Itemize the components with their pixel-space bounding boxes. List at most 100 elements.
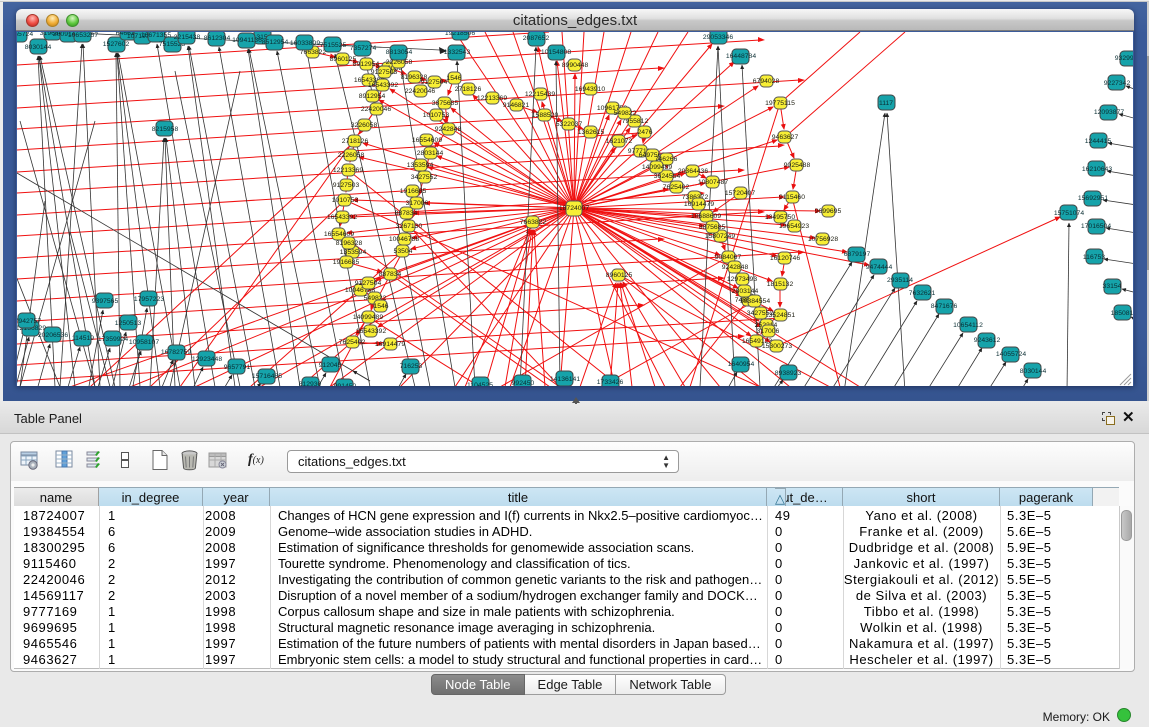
svg-text:15692951: 15692951 (1078, 195, 1108, 202)
svg-text:3226058: 3226058 (351, 122, 378, 129)
svg-text:29053346: 29053346 (703, 34, 733, 41)
svg-text:16120746: 16120746 (770, 255, 800, 262)
svg-text:2803144: 2803144 (417, 150, 444, 157)
svg-text:8912954: 8912954 (359, 93, 386, 100)
svg-text:10154808: 10154808 (541, 49, 571, 56)
svg-text:12923448: 12923448 (192, 356, 222, 363)
svg-text:3427552: 3427552 (411, 174, 438, 181)
svg-text:16782759: 16782759 (161, 349, 191, 356)
svg-text:8612304: 8612304 (204, 35, 231, 42)
svg-text:1546: 1546 (373, 303, 388, 310)
svg-text:16033809: 16033809 (290, 40, 320, 47)
svg-text:7357274: 7357274 (350, 45, 377, 52)
svg-text:8512954: 8512954 (262, 39, 289, 46)
svg-text:1527602: 1527602 (103, 41, 130, 48)
svg-text:991450: 991450 (334, 383, 357, 386)
svg-text:14099489: 14099489 (353, 314, 383, 321)
svg-text:15720407: 15720407 (725, 190, 755, 197)
svg-text:12215439: 12215439 (525, 91, 555, 98)
svg-text:33154: 33154 (1103, 283, 1122, 290)
svg-text:3624554: 3624554 (654, 173, 681, 180)
svg-text:14099489: 14099489 (642, 164, 672, 171)
svg-text:1916685: 1916685 (400, 188, 427, 195)
svg-text:317006: 317006 (757, 328, 780, 335)
svg-text:8215958: 8215958 (152, 126, 179, 133)
svg-text:3427552: 3427552 (747, 310, 774, 317)
svg-text:16543392: 16543392 (327, 214, 357, 221)
svg-text:887834: 887834 (395, 210, 418, 217)
svg-text:12213369: 12213369 (333, 167, 363, 174)
svg-text:9242848: 9242848 (435, 126, 462, 133)
svg-text:9474444: 9474444 (866, 264, 893, 271)
svg-text:10046788: 10046788 (389, 236, 419, 243)
svg-text:7625402: 7625402 (663, 184, 690, 191)
svg-text:16914479: 16914479 (375, 341, 405, 348)
svg-text:8938923: 8938923 (775, 370, 802, 377)
svg-text:9657791: 9657791 (224, 364, 251, 371)
svg-text:9397565: 9397565 (92, 298, 119, 305)
svg-text:9699695: 9699695 (815, 208, 842, 215)
svg-text:15300273: 15300273 (762, 343, 792, 350)
svg-text:2718126: 2718126 (342, 138, 369, 145)
svg-text:317006: 317006 (406, 200, 429, 207)
svg-text:8471676: 8471676 (931, 303, 958, 310)
svg-text:14055724: 14055724 (17, 32, 33, 38)
svg-text:3875685: 3875685 (699, 224, 726, 231)
svg-text:8030144: 8030144 (25, 44, 52, 51)
svg-text:10958107: 10958107 (129, 339, 159, 346)
svg-text:6879197: 6879197 (844, 251, 871, 258)
svg-text:16543392: 16543392 (368, 82, 398, 89)
svg-text:2226058: 2226058 (338, 152, 365, 159)
svg-text:15716485: 15716485 (252, 373, 282, 380)
svg-text:17016504: 17016504 (1081, 223, 1111, 230)
svg-text:716253: 716253 (400, 363, 423, 370)
svg-text:17942757: 17942757 (17, 318, 41, 325)
svg-text:10653267: 10653267 (68, 32, 98, 39)
svg-text:992450: 992450 (512, 380, 535, 386)
svg-text:114519: 114519 (72, 335, 94, 342)
svg-text:16543392: 16543392 (356, 328, 386, 335)
svg-text:9127503: 9127503 (371, 69, 398, 76)
svg-text:10941136: 10941136 (232, 37, 262, 44)
svg-text:9127503: 9127503 (333, 182, 360, 189)
svg-text:17957223: 17957223 (134, 296, 164, 303)
svg-text:2215438: 2215438 (174, 34, 201, 41)
svg-text:2935114: 2935114 (887, 277, 913, 284)
svg-text:1621072: 1621072 (606, 138, 633, 145)
svg-text:1117: 1117 (879, 100, 893, 107)
svg-text:22420046: 22420046 (405, 88, 435, 95)
svg-text:20206536: 20206536 (38, 332, 68, 339)
svg-text:16210643: 16210643 (1082, 166, 1112, 173)
svg-text:1546: 1546 (446, 75, 461, 82)
svg-text:2087652: 2087652 (523, 35, 550, 42)
svg-text:1733426: 1733426 (597, 379, 624, 386)
svg-text:19218506: 19218506 (445, 32, 475, 37)
svg-text:12973493: 12973493 (727, 276, 757, 283)
svg-text:116753: 116753 (1083, 254, 1105, 261)
svg-text:12213369: 12213369 (477, 95, 507, 102)
svg-text:19384554: 19384554 (740, 298, 770, 305)
svg-text:1916685: 1916685 (333, 259, 360, 266)
svg-text:8990448: 8990448 (562, 62, 589, 69)
svg-text:8813054: 8813054 (386, 49, 413, 56)
svg-text:15751074: 15751074 (1054, 210, 1084, 217)
svg-text:1353594: 1353594 (407, 162, 434, 169)
svg-text:1815132: 1815132 (767, 281, 794, 288)
svg-text:887834: 887834 (379, 271, 402, 278)
svg-text:20364436: 20364436 (678, 168, 708, 175)
svg-text:2476: 2476 (637, 129, 652, 136)
svg-text:812930: 812930 (299, 381, 322, 386)
svg-text:5322037: 5322037 (556, 121, 583, 128)
svg-text:6794028: 6794028 (753, 78, 780, 85)
svg-text:8196328: 8196328 (336, 240, 363, 247)
svg-text:10807487: 10807487 (698, 179, 728, 186)
svg-text:19654923: 19654923 (779, 223, 809, 230)
svg-text:7515525: 7515525 (320, 42, 347, 49)
svg-text:9146821: 9146821 (503, 102, 530, 109)
svg-text:3875685: 3875685 (432, 100, 459, 107)
svg-text:9463627: 9463627 (772, 134, 799, 141)
svg-text:9243612: 9243612 (974, 337, 1001, 344)
svg-text:1104525: 1104525 (467, 382, 493, 386)
svg-text:1332543: 1332543 (444, 49, 471, 56)
svg-text:9242848: 9242848 (722, 264, 749, 271)
